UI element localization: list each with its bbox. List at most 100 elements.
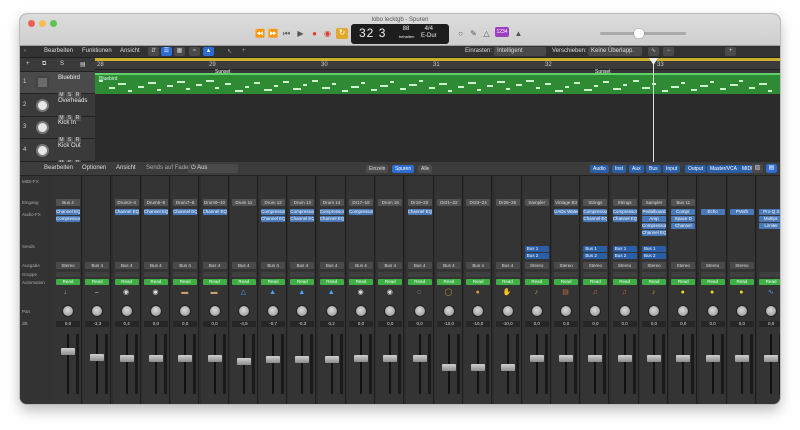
output-slot[interactable]: Stereo	[671, 262, 696, 269]
group-slot[interactable]	[56, 272, 80, 277]
volume-fader[interactable]	[441, 364, 456, 371]
audio-fx-slot[interactable]: Amp	[642, 216, 666, 222]
waveform-zoom-icon[interactable]: ∿	[648, 47, 659, 56]
go-to-start-icon[interactable]: ⏮	[282, 29, 291, 38]
group-slot[interactable]	[290, 272, 315, 277]
pan-knob[interactable]	[91, 305, 104, 317]
capture-record-icon[interactable]: ◉	[323, 29, 332, 38]
automation-mode[interactable]: Read	[612, 279, 637, 285]
channel-strip[interactable]: Dr23–24Bus 4Read●-10,0MSShaker	[464, 176, 493, 404]
volume-fader[interactable]	[617, 355, 632, 362]
mixer-menu-edit[interactable]: Bearbeiten	[44, 165, 73, 171]
pan-knob[interactable]	[735, 305, 748, 317]
group-slot[interactable]	[231, 272, 256, 277]
output-slot[interactable]: Bus 4	[85, 262, 110, 269]
menu-functions[interactable]: Funktionen	[82, 48, 112, 54]
pan-knob[interactable]	[120, 305, 133, 317]
audio-fx-slot[interactable]: Channel EQ	[202, 209, 227, 215]
input-slot[interactable]: Dr25–26	[495, 199, 520, 206]
automation-mode[interactable]: Read	[319, 279, 344, 285]
audio-fx-slot[interactable]: Channel EQ	[173, 209, 198, 215]
playhead[interactable]	[649, 58, 658, 162]
output-slot[interactable]: Bus 4	[231, 262, 256, 269]
volume-fader[interactable]	[148, 355, 163, 362]
output-slot[interactable]: Bus 4	[349, 262, 373, 269]
channel-strip[interactable]: PVerbStereoRead●0,0MSReverb	[727, 176, 756, 404]
input-slot[interactable]: Vintage B3	[554, 199, 579, 206]
audio-fx-slot[interactable]: Channel EQ	[319, 216, 344, 222]
menu-edit[interactable]: Bearbeiten	[44, 48, 73, 54]
audio-fx-slot[interactable]: Compressor	[56, 216, 80, 222]
group-slot[interactable]	[759, 272, 780, 277]
volume-fader[interactable]	[412, 355, 427, 362]
audio-fx-slot[interactable]: Echo	[700, 209, 725, 215]
pointer-tool-icon[interactable]: ↖	[227, 48, 232, 55]
volume-fader[interactable]	[588, 355, 603, 362]
catch-playhead-icon[interactable]: ▲	[203, 47, 214, 56]
volume-fader[interactable]	[61, 348, 75, 355]
automation-mode[interactable]: Read	[729, 279, 754, 285]
output-slot[interactable]: Stereo	[524, 262, 549, 269]
pan-knob[interactable]	[237, 305, 250, 317]
pan-knob[interactable]	[677, 305, 690, 317]
volume-fader[interactable]	[90, 354, 105, 361]
automation-mode[interactable]: Read	[173, 279, 198, 285]
input-slot[interactable]: Bus 11	[671, 199, 696, 206]
audio-fx-slot[interactable]: Channel EQ	[143, 209, 168, 215]
output-slot[interactable]: Bus 4	[407, 262, 432, 269]
group-slot[interactable]	[671, 272, 696, 277]
volume-fader[interactable]	[354, 355, 368, 362]
channel-strip[interactable]: Vintage B3UADx WaterStereoRead▤0,0MSClas…	[552, 176, 581, 404]
channel-strip[interactable]: Strings Compressor Channel EQ Bus 1 Bus 2 Ste…	[581, 176, 610, 404]
send-slot[interactable]: Bus 1	[583, 246, 608, 252]
count-in-badge[interactable]: 1234	[495, 27, 509, 37]
input-slot[interactable]: Drum 13	[290, 199, 315, 206]
pan-knob[interactable]	[501, 305, 514, 317]
volume-fader[interactable]	[236, 358, 251, 365]
volume-fader[interactable]	[207, 355, 222, 362]
volume-fader[interactable]	[647, 355, 661, 362]
output-slot[interactable]: Stereo	[583, 262, 608, 269]
group-slot[interactable]	[319, 272, 344, 277]
input-slot[interactable]: Drum 12	[261, 199, 286, 206]
track-row[interactable]: 3 Kick In M S R	[20, 117, 95, 143]
volume-fader[interactable]	[676, 355, 691, 362]
cycle-icon[interactable]: ↻	[336, 28, 348, 39]
output-slot[interactable]: Bus 4	[378, 262, 403, 269]
output-slot[interactable]: Stereo	[554, 262, 579, 269]
pan-knob[interactable]	[355, 305, 367, 317]
filter-output-button[interactable]: Output	[685, 165, 707, 173]
channel-strip[interactable]: Drum 11Bus 4Read△-4,5MSHi-Hat	[229, 176, 258, 404]
mixer-menu-options[interactable]: Optionen	[82, 165, 106, 171]
group-slot[interactable]	[85, 272, 110, 277]
send-slot[interactable]: Bus 2	[642, 253, 666, 259]
automation-mode[interactable]: Read	[554, 279, 579, 285]
group-slot[interactable]	[407, 272, 432, 277]
audio-fx-slot[interactable]: Compr.	[671, 209, 696, 215]
input-slot[interactable]: Drum7–8	[173, 199, 198, 206]
audio-fx-slot[interactable]: Channel	[671, 223, 696, 229]
channel-strip[interactable]: Bus 4Read⎯-3,3MSOverheads	[83, 176, 112, 404]
pan-knob[interactable]	[296, 305, 309, 317]
filter-master-vca-button[interactable]: Master/VCA	[707, 165, 740, 173]
input-slot[interactable]: Drum9–10	[202, 199, 227, 206]
back-icon[interactable]: ‹	[24, 48, 26, 54]
group-slot[interactable]	[554, 272, 579, 277]
automation-mode[interactable]: Read	[642, 279, 666, 285]
solo-all-icon[interactable]: S	[60, 61, 64, 67]
track-row[interactable]: 2 Overheads M S R	[20, 95, 95, 121]
audio-fx-slot[interactable]: Channel EQ	[261, 216, 286, 222]
pan-knob[interactable]	[413, 305, 426, 317]
channel-strip[interactable]: EchoStereoRead●0,0MSEcho	[698, 176, 727, 404]
audio-fx-slot[interactable]: Compressor	[319, 209, 344, 215]
audio-fx-slot[interactable]: Channel EQ	[642, 230, 666, 236]
audio-fx-slot[interactable]: Channel EQ	[612, 216, 637, 222]
output-slot[interactable]: Bus 4	[319, 262, 344, 269]
input-slot[interactable]: Strings	[612, 199, 637, 206]
output-slot[interactable]: Bus 4	[436, 262, 461, 269]
automation-mode[interactable]: Read	[85, 279, 110, 285]
volume-fader[interactable]	[764, 355, 779, 362]
channel-strip[interactable]: SamplerBus 1Bus 2StereoRead♪0,0MSLiverpo…	[522, 176, 551, 404]
input-slot[interactable]: Sampler	[642, 199, 666, 206]
output-slot[interactable]: Bus 4	[143, 262, 168, 269]
